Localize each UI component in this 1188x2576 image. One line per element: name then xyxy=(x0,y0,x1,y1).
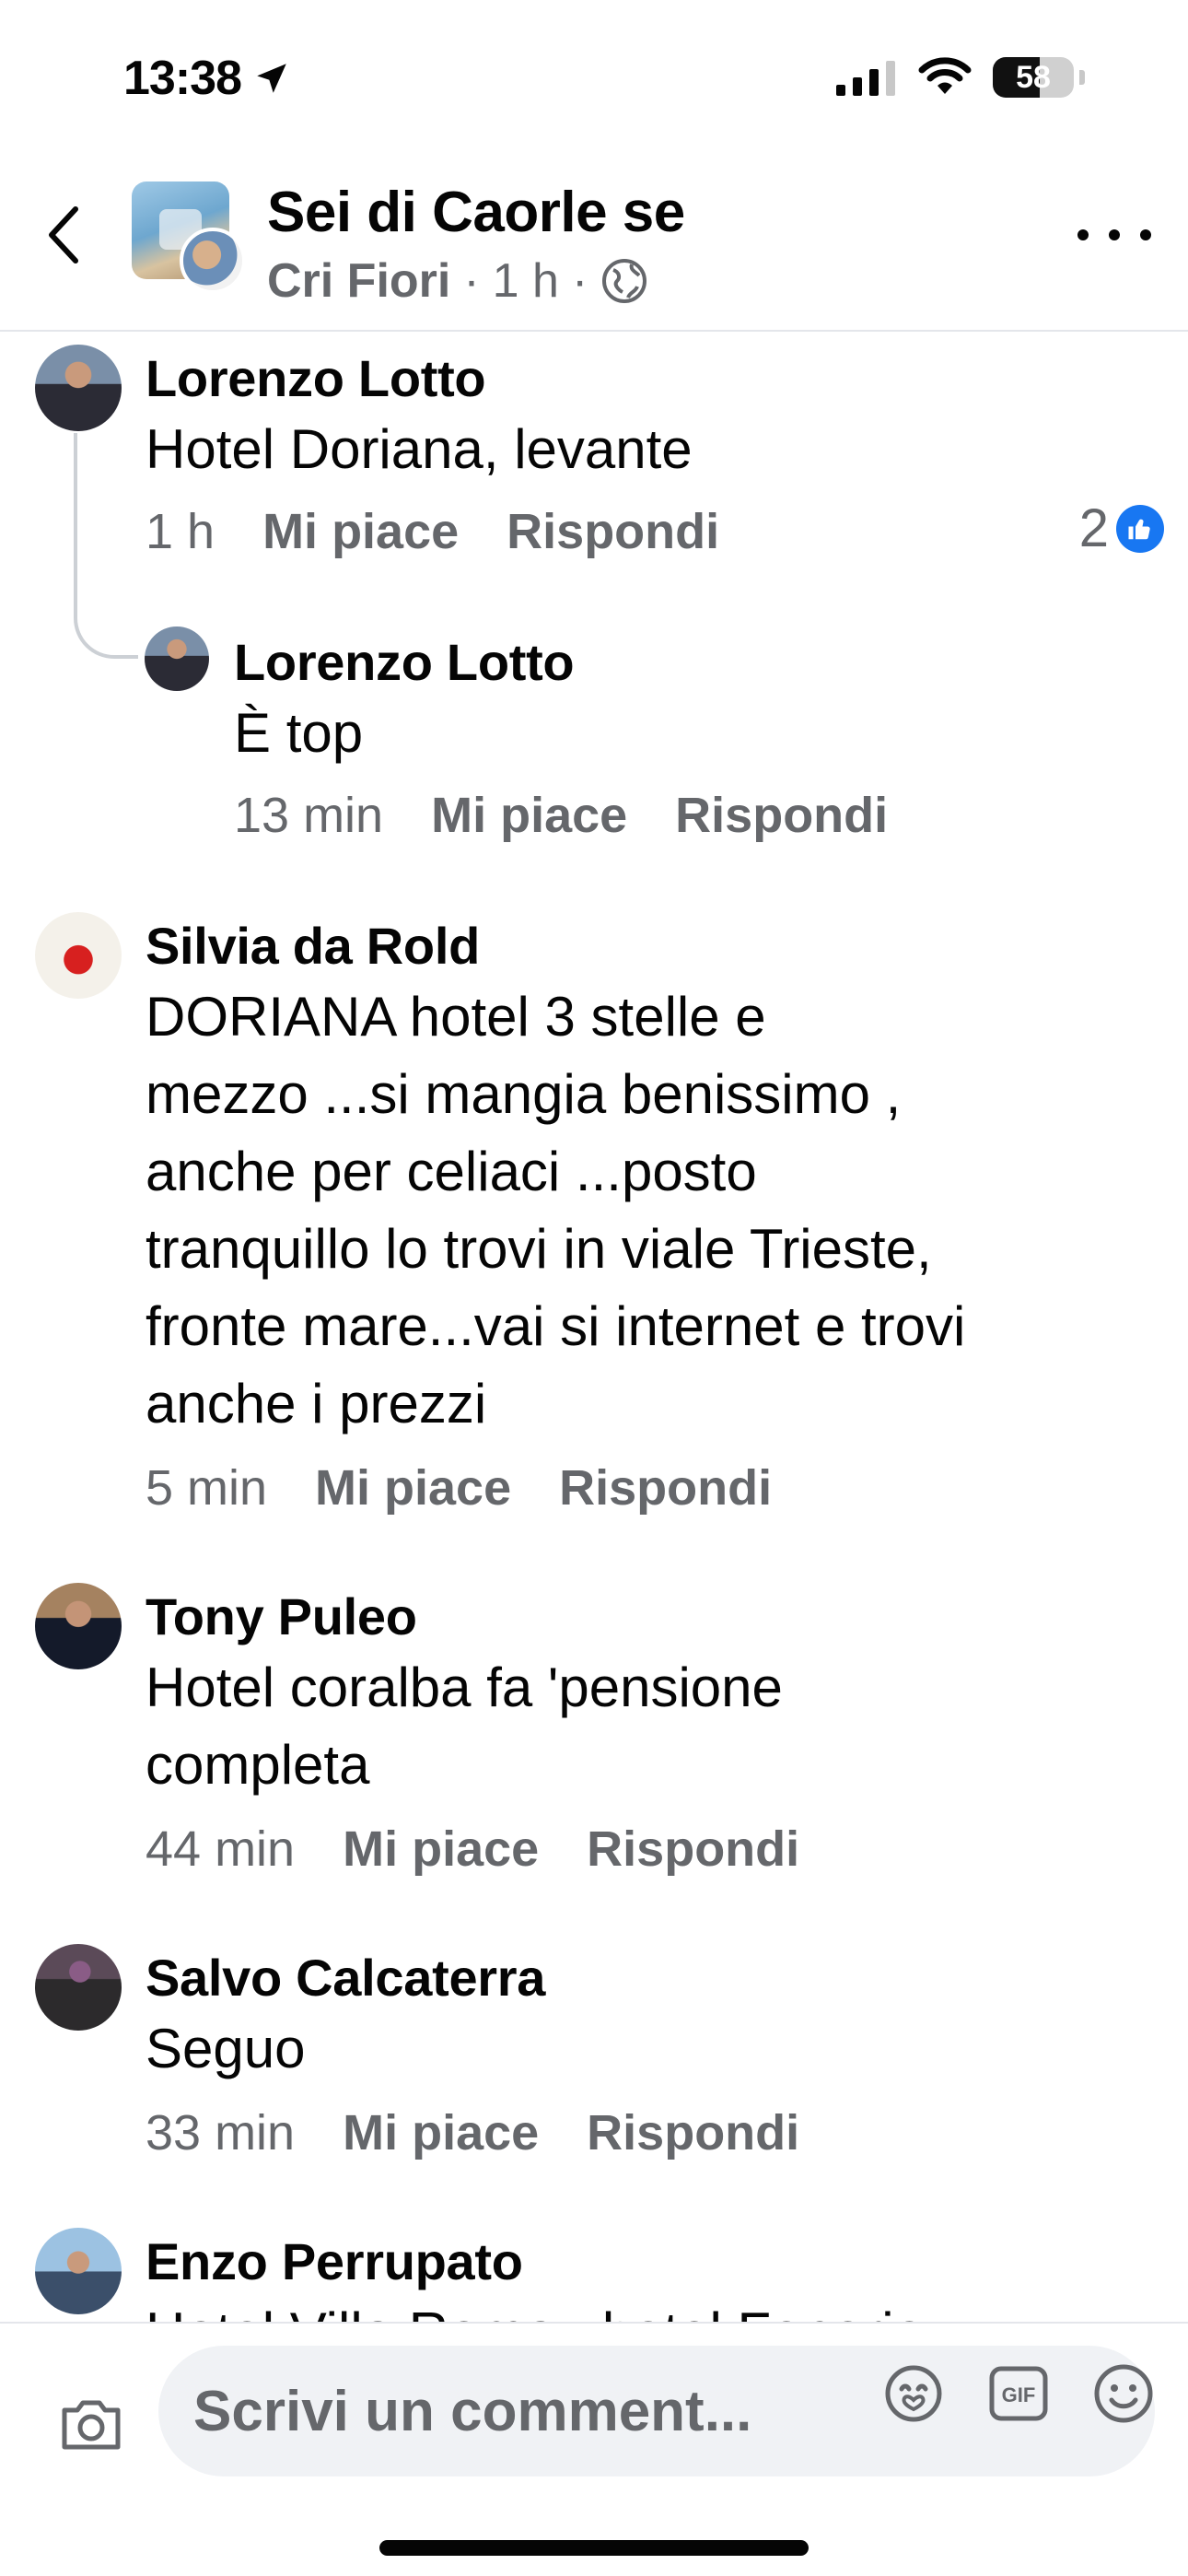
comment-time: 1 h xyxy=(146,504,215,559)
battery-text: 58 xyxy=(1016,59,1051,95)
comment-meta: 33 min Mi piace Rispondi xyxy=(146,2104,799,2161)
group-avatar[interactable] xyxy=(132,181,246,294)
author-avatar xyxy=(180,228,246,294)
avatar[interactable] xyxy=(35,345,122,431)
author-name[interactable]: Cri Fiori xyxy=(267,253,450,309)
like-button[interactable]: Mi piace xyxy=(343,2104,539,2161)
post-header: Sei di Caorle se Cri Fiori · 1 h · xyxy=(0,161,1188,332)
commenter-name[interactable]: Tony Puleo xyxy=(146,1587,417,1646)
commenter-name[interactable]: Salvo Calcaterra xyxy=(146,1948,545,2008)
commenter-name[interactable]: Enzo Perrupato xyxy=(146,2231,523,2291)
back-button[interactable] xyxy=(37,198,92,272)
comment-meta: 44 min Mi piace Rispondi xyxy=(146,1821,799,1878)
avatar[interactable] xyxy=(35,1583,122,1669)
comment-time: 5 min xyxy=(146,1460,268,1516)
battery-indicator: 58 xyxy=(993,57,1074,98)
reply-button[interactable]: Rispondi xyxy=(507,503,719,560)
separator: · xyxy=(463,254,480,308)
comment-time: 33 min xyxy=(146,2105,296,2160)
avatar[interactable] xyxy=(35,912,122,999)
commenter-name[interactable]: Lorenzo Lotto xyxy=(234,632,575,692)
composer-icons: GIF xyxy=(880,2360,1157,2427)
comment-text: È top xyxy=(234,702,364,764)
like-button[interactable]: Mi piace xyxy=(315,1459,511,1516)
group-title[interactable]: Sei di Caorle se xyxy=(267,180,685,245)
separator: · xyxy=(571,254,588,308)
comment-input[interactable] xyxy=(193,2378,838,2444)
post-subtitle: Cri Fiori · 1 h · xyxy=(267,253,648,309)
like-icon xyxy=(1116,504,1164,553)
dot xyxy=(1077,229,1089,240)
reply-button[interactable]: Rispondi xyxy=(675,787,888,844)
comment-time: 44 min xyxy=(146,1821,296,1877)
cellular-signal-icon xyxy=(836,61,895,96)
camera-icon[interactable] xyxy=(57,2390,125,2458)
like-button[interactable]: Mi piace xyxy=(431,787,627,844)
more-options-button[interactable] xyxy=(1077,217,1151,253)
dot xyxy=(1109,229,1120,240)
comment-meta: 5 min Mi piace Rispondi xyxy=(146,1459,772,1516)
dot xyxy=(1140,229,1151,240)
like-button[interactable]: Mi piace xyxy=(262,503,459,560)
commenter-name[interactable]: Lorenzo Lotto xyxy=(146,348,486,408)
status-icons: 58 xyxy=(836,57,1085,98)
reply-button[interactable]: Rispondi xyxy=(587,1821,799,1878)
comment-text: DORIANA hotel 3 stelle e mezzo ...si man… xyxy=(146,986,966,1434)
comment-text: Hotel coralba fa 'pensione completa xyxy=(146,1657,783,1796)
emoji-icon[interactable] xyxy=(1090,2360,1157,2427)
avatar[interactable] xyxy=(145,626,209,691)
chevron-left-icon xyxy=(49,206,78,263)
comment-composer: GIF xyxy=(0,2322,1188,2576)
clock: 13:38 xyxy=(123,52,242,105)
wifi-icon xyxy=(918,57,972,94)
reply-button[interactable]: Rispondi xyxy=(559,1459,772,1516)
location-arrow-icon xyxy=(257,64,286,93)
gif-icon[interactable]: GIF xyxy=(985,2360,1052,2427)
home-indicator[interactable] xyxy=(379,2540,809,2556)
comment-meta: 13 min Mi piace Rispondi xyxy=(234,787,888,844)
commenter-name[interactable]: Silvia da Rold xyxy=(146,916,480,976)
post-age: 1 h xyxy=(492,254,559,308)
reply-thread-line xyxy=(74,433,138,659)
status-bar: 13:38 58 xyxy=(0,0,1188,161)
reaction-count: 2 xyxy=(1078,498,1109,558)
avatar-sticker-icon[interactable] xyxy=(880,2360,947,2427)
comment-text: Hotel Doriana, levante xyxy=(146,418,693,480)
battery-tip xyxy=(1079,70,1085,85)
status-time: 13:38 xyxy=(123,51,291,106)
comment-meta: 1 h Mi piace Rispondi xyxy=(146,503,719,560)
like-button[interactable]: Mi piace xyxy=(343,1821,539,1878)
svg-text:GIF: GIF xyxy=(1002,2383,1036,2406)
globe-icon xyxy=(602,259,647,303)
comment-text: Seguo xyxy=(146,2018,306,2079)
avatar[interactable] xyxy=(35,2228,122,2314)
reaction-summary[interactable]: 2 xyxy=(1079,498,1164,559)
comment-time: 13 min xyxy=(234,788,384,843)
avatar[interactable] xyxy=(35,1944,122,2031)
reply-button[interactable]: Rispondi xyxy=(587,2104,799,2161)
